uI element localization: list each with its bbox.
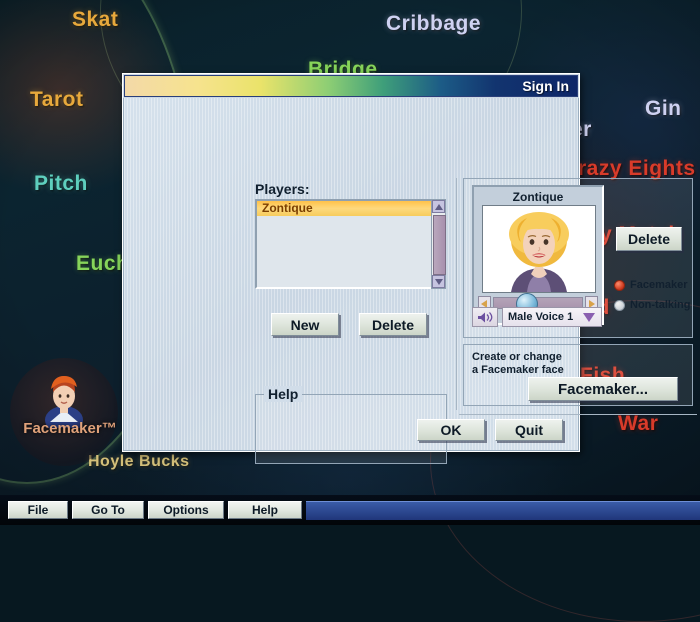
face-preview-frame: Zontique xyxy=(472,185,604,325)
game-name-label[interactable]: Hoyle Bucks xyxy=(88,453,190,471)
game-name-text: Gin xyxy=(645,97,682,120)
taskbar-status-strip xyxy=(306,501,700,520)
dialog-title: Sign In xyxy=(522,78,569,94)
chevron-down-icon xyxy=(583,312,595,322)
panel-divider-horizontal xyxy=(459,414,697,415)
facemaker-description: Create or change a Facemaker face xyxy=(472,351,564,377)
face-player-name: Zontique xyxy=(512,190,564,204)
players-listbox[interactable]: Zontique xyxy=(255,199,440,289)
scroll-down-arrow-icon[interactable] xyxy=(432,275,445,288)
taskbar-item-go-to[interactable]: Go To xyxy=(72,501,144,519)
face-portrait-image xyxy=(483,206,595,292)
list-item[interactable]: Zontique xyxy=(257,201,438,216)
game-name-text: razy Eights xyxy=(578,157,696,180)
game-name-label[interactable]: Pitch xyxy=(34,172,88,196)
game-name-label[interactable]: War xyxy=(604,408,659,436)
face-portrait[interactable] xyxy=(482,205,596,293)
facemaker-description-line1: Create or change xyxy=(472,351,562,363)
quit-button[interactable]: Quit xyxy=(495,419,563,441)
speaker-icon[interactable] xyxy=(472,307,498,327)
game-name-label[interactable]: Tarot xyxy=(30,88,83,112)
game-name-text: War xyxy=(618,412,659,435)
facemaker-button[interactable]: Facemaker... xyxy=(528,377,678,401)
face-panel: Zontique Male Voice 1 Delete Facemaker N… xyxy=(463,178,693,338)
scrollbar-thumb[interactable] xyxy=(433,215,446,275)
radio-non-talking-label: Non-talking xyxy=(630,299,691,311)
game-name-label[interactable]: Skat xyxy=(72,8,118,32)
voice-select[interactable]: Male Voice 1 xyxy=(502,307,602,327)
players-label: Players: xyxy=(255,181,310,197)
new-player-button[interactable]: New xyxy=(271,313,339,336)
game-name-text: Pitch xyxy=(34,172,88,195)
facemaker-orb[interactable]: Facemaker™ xyxy=(10,358,118,466)
facemaker-description-line2: a Facemaker face xyxy=(472,364,564,376)
game-name-label[interactable]: Gin xyxy=(631,93,682,121)
facemaker-groupbox: Create or change a Facemaker face Facema… xyxy=(463,344,693,406)
radio-option-facemaker[interactable]: Facemaker xyxy=(614,279,688,291)
scroll-up-arrow-icon[interactable] xyxy=(432,200,445,213)
game-name-text: Cribbage xyxy=(386,12,482,35)
taskbar: File Go To Options Help xyxy=(0,495,700,525)
delete-face-button[interactable]: Delete xyxy=(616,227,682,251)
sign-in-dialog: Sign In Players: Zontique New Delete Hel… xyxy=(122,73,697,464)
game-name-text: Tarot xyxy=(30,88,84,111)
radio-facemaker-indicator[interactable] xyxy=(614,279,625,291)
taskbar-item-help[interactable]: Help xyxy=(228,501,302,519)
facemaker-orb-label: Facemaker™ xyxy=(23,420,117,437)
radio-option-non-talking[interactable]: Non-talking xyxy=(614,299,691,311)
radio-non-talking-indicator[interactable] xyxy=(614,299,625,311)
taskbar-item-file[interactable]: File xyxy=(8,501,68,519)
game-name-text: Skat xyxy=(72,8,119,31)
help-legend: Help xyxy=(264,386,303,402)
radio-facemaker-label: Facemaker xyxy=(630,279,688,291)
dialog-titlebar: Sign In xyxy=(124,75,578,97)
taskbar-item-options[interactable]: Options xyxy=(148,501,224,519)
players-scrollbar[interactable] xyxy=(431,199,446,289)
game-name-text: Hoyle Bucks xyxy=(88,453,190,470)
speaker-glyph xyxy=(478,311,493,322)
delete-player-button[interactable]: Delete xyxy=(359,313,427,336)
game-name-label[interactable]: Cribbage xyxy=(372,8,482,36)
voice-select-value: Male Voice 1 xyxy=(508,311,574,323)
ok-button[interactable]: OK xyxy=(417,419,485,441)
panel-divider-vertical xyxy=(456,178,457,410)
